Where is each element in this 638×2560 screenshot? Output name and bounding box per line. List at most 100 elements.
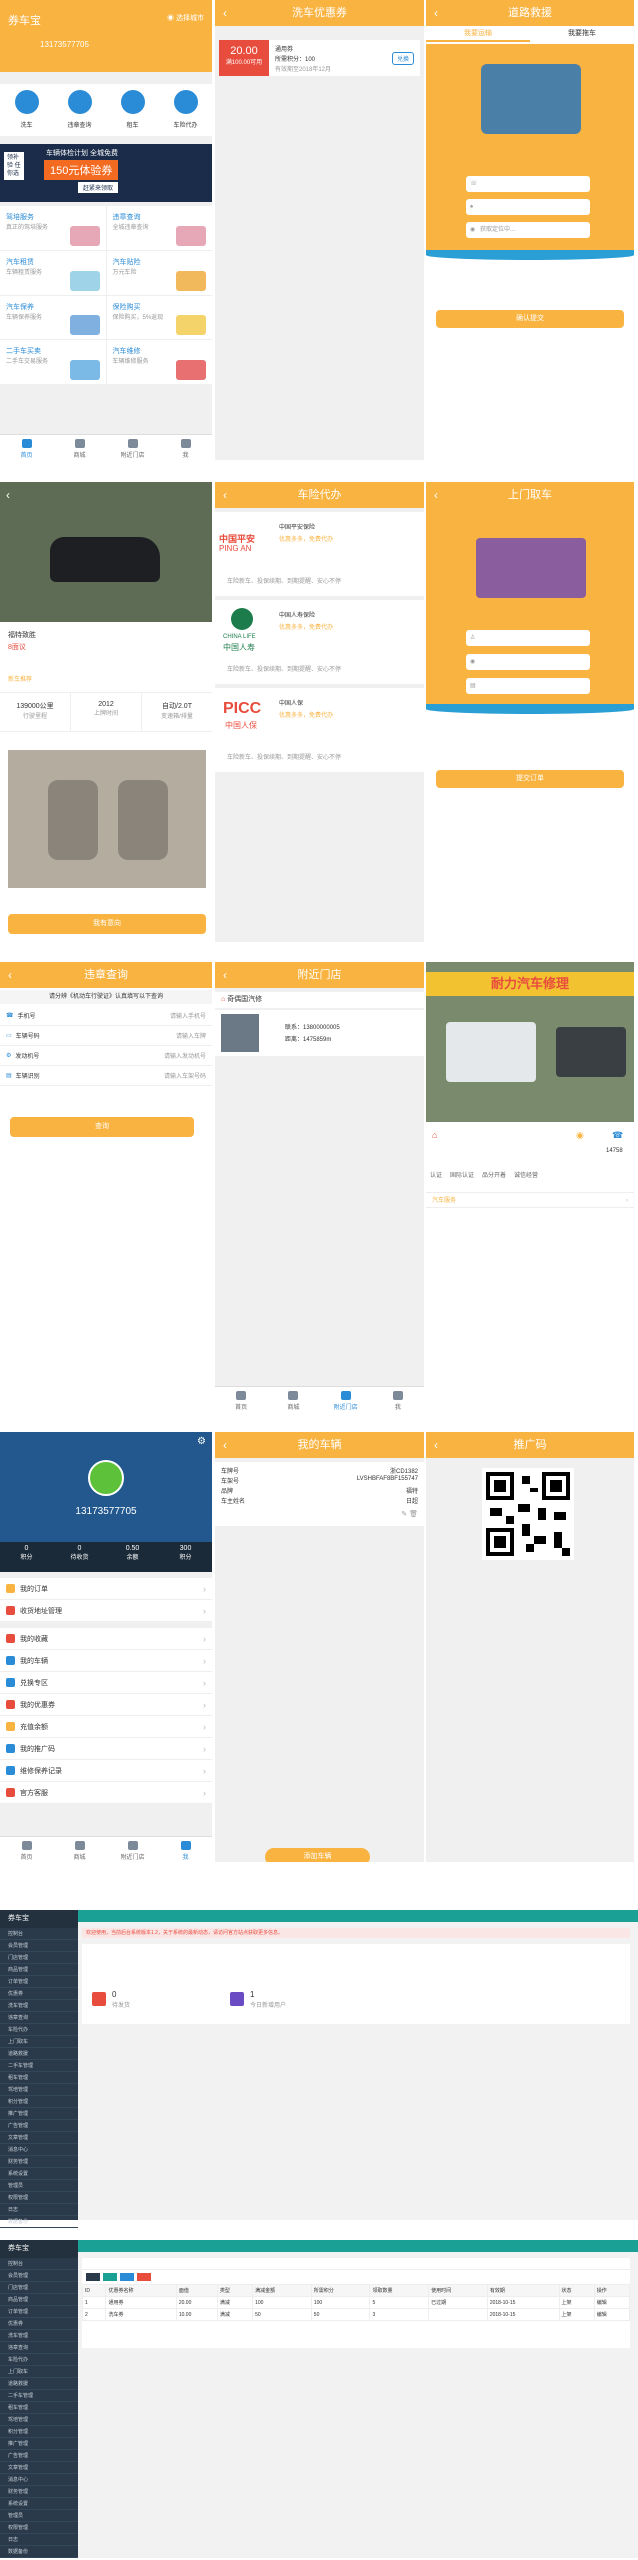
pickup-field-2[interactable]: ◉: [466, 654, 590, 670]
sidebar-item[interactable]: 驾培管理: [0, 2414, 78, 2426]
sidebar-item[interactable]: 文章管理: [0, 2462, 78, 2474]
city-selector[interactable]: ◉ 选择城市: [167, 13, 204, 23]
icon-wash[interactable]: 洗车: [0, 84, 53, 136]
call-icon[interactable]: ☎: [612, 1130, 623, 1141]
table-row[interactable]: 2 洗车券 10.00 满减 50 50 3 2018-10-15 上架 编辑: [81, 2308, 631, 2321]
menu-maintenance[interactable]: 维修保养记录 ›: [0, 1760, 212, 1782]
tab-transport[interactable]: 我要运输: [426, 26, 530, 42]
icon-violation[interactable]: 违章查询: [53, 84, 106, 136]
trash-icon[interactable]: 🗑: [409, 1511, 418, 1518]
shop-name-row[interactable]: ⌂ 奇偶国汽修: [215, 992, 424, 1008]
insurance-item-pingan[interactable]: 中国平安 PING AN 中国平安保险 优惠多多，免费代办 车险新车、投保续期、…: [215, 512, 424, 596]
sidebar-item[interactable]: 优惠券: [0, 1988, 78, 2000]
refresh-button[interactable]: [86, 2273, 100, 2281]
back-icon[interactable]: ‹: [434, 1432, 438, 1458]
sidebar-item[interactable]: 权限管理: [0, 2192, 78, 2204]
back-icon[interactable]: ‹: [6, 488, 10, 502]
edit-button[interactable]: [120, 2273, 134, 2281]
sidebar-item[interactable]: 消息中心: [0, 2144, 78, 2156]
sidebar-item[interactable]: 控制台: [0, 2258, 78, 2270]
sidebar-item[interactable]: 管理员: [0, 2180, 78, 2192]
sidebar-item[interactable]: 洗车管理: [0, 2330, 78, 2342]
sidebar-item[interactable]: 会员管理: [0, 1940, 78, 1952]
tab-home[interactable]: 首页: [0, 435, 53, 460]
menu-orders[interactable]: 我的订单 ›: [0, 1578, 212, 1600]
tab-me[interactable]: 我: [372, 1387, 424, 1412]
sidebar-item[interactable]: 财务管理: [0, 2156, 78, 2168]
sidebar-item[interactable]: 道路救援: [0, 2378, 78, 2390]
sidebar-item[interactable]: 积分管理: [0, 2096, 78, 2108]
rescue-field-2[interactable]: ♠: [466, 199, 590, 215]
card-insurance[interactable]: 保险购买 保险购买，5%返现: [106, 295, 212, 340]
sidebar-item[interactable]: 数据备份: [0, 2546, 78, 2558]
menu-recharge[interactable]: 充值余额 ›: [0, 1716, 212, 1738]
back-icon[interactable]: ‹: [223, 0, 227, 26]
back-icon[interactable]: ‹: [434, 482, 438, 508]
sidebar-item[interactable]: 商品管理: [0, 1964, 78, 1976]
back-icon[interactable]: ‹: [223, 482, 227, 508]
sidebar-item[interactable]: 控制台: [0, 1928, 78, 1940]
service-row[interactable]: 汽车服务 ›: [426, 1192, 634, 1208]
sidebar-item[interactable]: 上门取车: [0, 2036, 78, 2048]
sidebar-item[interactable]: 文章管理: [0, 2132, 78, 2144]
engine-row[interactable]: ⚙ 发动机号 请输入发动机号: [0, 1046, 212, 1066]
avatar[interactable]: [88, 1460, 124, 1496]
coupon-card[interactable]: 20.00 满100.00可用 通用券 所需积分：100 有效期至2018年12…: [219, 40, 420, 76]
sidebar-item[interactable]: 会员管理: [0, 2270, 78, 2282]
sidebar-item[interactable]: 车险代办: [0, 2354, 78, 2366]
tab-nearby[interactable]: 附近门店: [320, 1387, 372, 1412]
card-carcare[interactable]: 汽车贴险 万元车险: [106, 250, 212, 295]
menu-favorites[interactable]: 我的收藏 ›: [0, 1628, 212, 1650]
back-icon[interactable]: ‹: [223, 962, 227, 988]
icon-rent[interactable]: 租车: [106, 84, 159, 136]
icon-insurance[interactable]: 车险代办: [159, 84, 212, 136]
query-button[interactable]: 查询: [10, 1117, 194, 1137]
sidebar-item[interactable]: 推广管理: [0, 2438, 78, 2450]
card-repair[interactable]: 汽车维修 车辆维修服务: [106, 340, 212, 384]
insurance-item-picc[interactable]: PICC 中国人保 中国人保 优惠多多，免费代办 车险新车、投保续期、到期提醒、…: [215, 688, 424, 772]
tab-me[interactable]: 我: [159, 435, 212, 460]
sidebar-item[interactable]: 订单管理: [0, 1976, 78, 1988]
tab-tow[interactable]: 我要拖车: [530, 26, 634, 42]
sidebar-item[interactable]: 财务管理: [0, 2486, 78, 2498]
back-icon[interactable]: ‹: [223, 1432, 227, 1458]
sidebar-item[interactable]: 违章查询: [0, 2342, 78, 2354]
sidebar-item[interactable]: 车险代办: [0, 2024, 78, 2036]
tab-me[interactable]: 我: [159, 1837, 212, 1862]
plate-row[interactable]: ▭ 车辆号码 请输入车牌: [0, 1026, 212, 1046]
sidebar-item[interactable]: 优惠券: [0, 2318, 78, 2330]
menu-service[interactable]: 官方客服 ›: [0, 1782, 212, 1804]
sidebar-item[interactable]: 驾培管理: [0, 2084, 78, 2096]
rescue-location-field[interactable]: ◉ 获取定位中...: [466, 222, 590, 238]
card-driving[interactable]: 驾培服务 真正的驾培服务: [0, 206, 106, 250]
sidebar-item[interactable]: 租车管理: [0, 2402, 78, 2414]
card-usedcar[interactable]: 二手车买卖 二手车交易服务: [0, 340, 106, 384]
stat-item[interactable]: 300 积分: [159, 1542, 212, 1572]
tab-nearby[interactable]: 附近门店: [106, 1837, 159, 1862]
sidebar-item[interactable]: 广告管理: [0, 2450, 78, 2462]
sidebar-item[interactable]: 租车管理: [0, 2072, 78, 2084]
sidebar-item[interactable]: 商品管理: [0, 2294, 78, 2306]
sidebar-item[interactable]: 订单管理: [0, 2306, 78, 2318]
mycar-card[interactable]: 车牌号 浙CD1382 车架号 LVSHBFAF8BF155747 品牌 福特 车主姓…: [215, 1462, 424, 1526]
vin-row[interactable]: ▤ 车辆识别 请输入车架号码: [0, 1066, 212, 1086]
back-icon[interactable]: ‹: [8, 962, 12, 988]
sidebar-item[interactable]: 上门取车: [0, 2366, 78, 2378]
gear-icon[interactable]: ⚙: [197, 1436, 206, 1447]
stat-item[interactable]: 0 积分: [0, 1542, 53, 1572]
promo-banner[interactable]: 领补验 任你选 车辆体检计划 全城免费 150元体验券 赶紧来领取: [0, 144, 212, 202]
exchange-button[interactable]: 兑换: [391, 52, 414, 65]
sidebar-item[interactable]: 门店管理: [0, 1952, 78, 1964]
navigate-icon[interactable]: ◉: [576, 1130, 584, 1141]
tab-mall[interactable]: 商城: [267, 1387, 319, 1412]
sidebar-item[interactable]: 二手车管理: [0, 2390, 78, 2402]
rescue-field-1[interactable]: ☏: [466, 176, 590, 192]
add-car-button[interactable]: 添加车辆: [265, 1848, 370, 1862]
menu-coupons[interactable]: 我的优惠券 ›: [0, 1694, 212, 1716]
shop-card[interactable]: 联系：13800000005 距离：1475859m: [215, 1010, 424, 1056]
tab-nearby[interactable]: 附近门店: [106, 435, 159, 460]
sidebar-item[interactable]: 门店管理: [0, 2282, 78, 2294]
back-icon[interactable]: ‹: [434, 0, 438, 26]
delete-button[interactable]: [137, 2273, 151, 2281]
pickup-field-3[interactable]: ▤: [466, 678, 590, 694]
